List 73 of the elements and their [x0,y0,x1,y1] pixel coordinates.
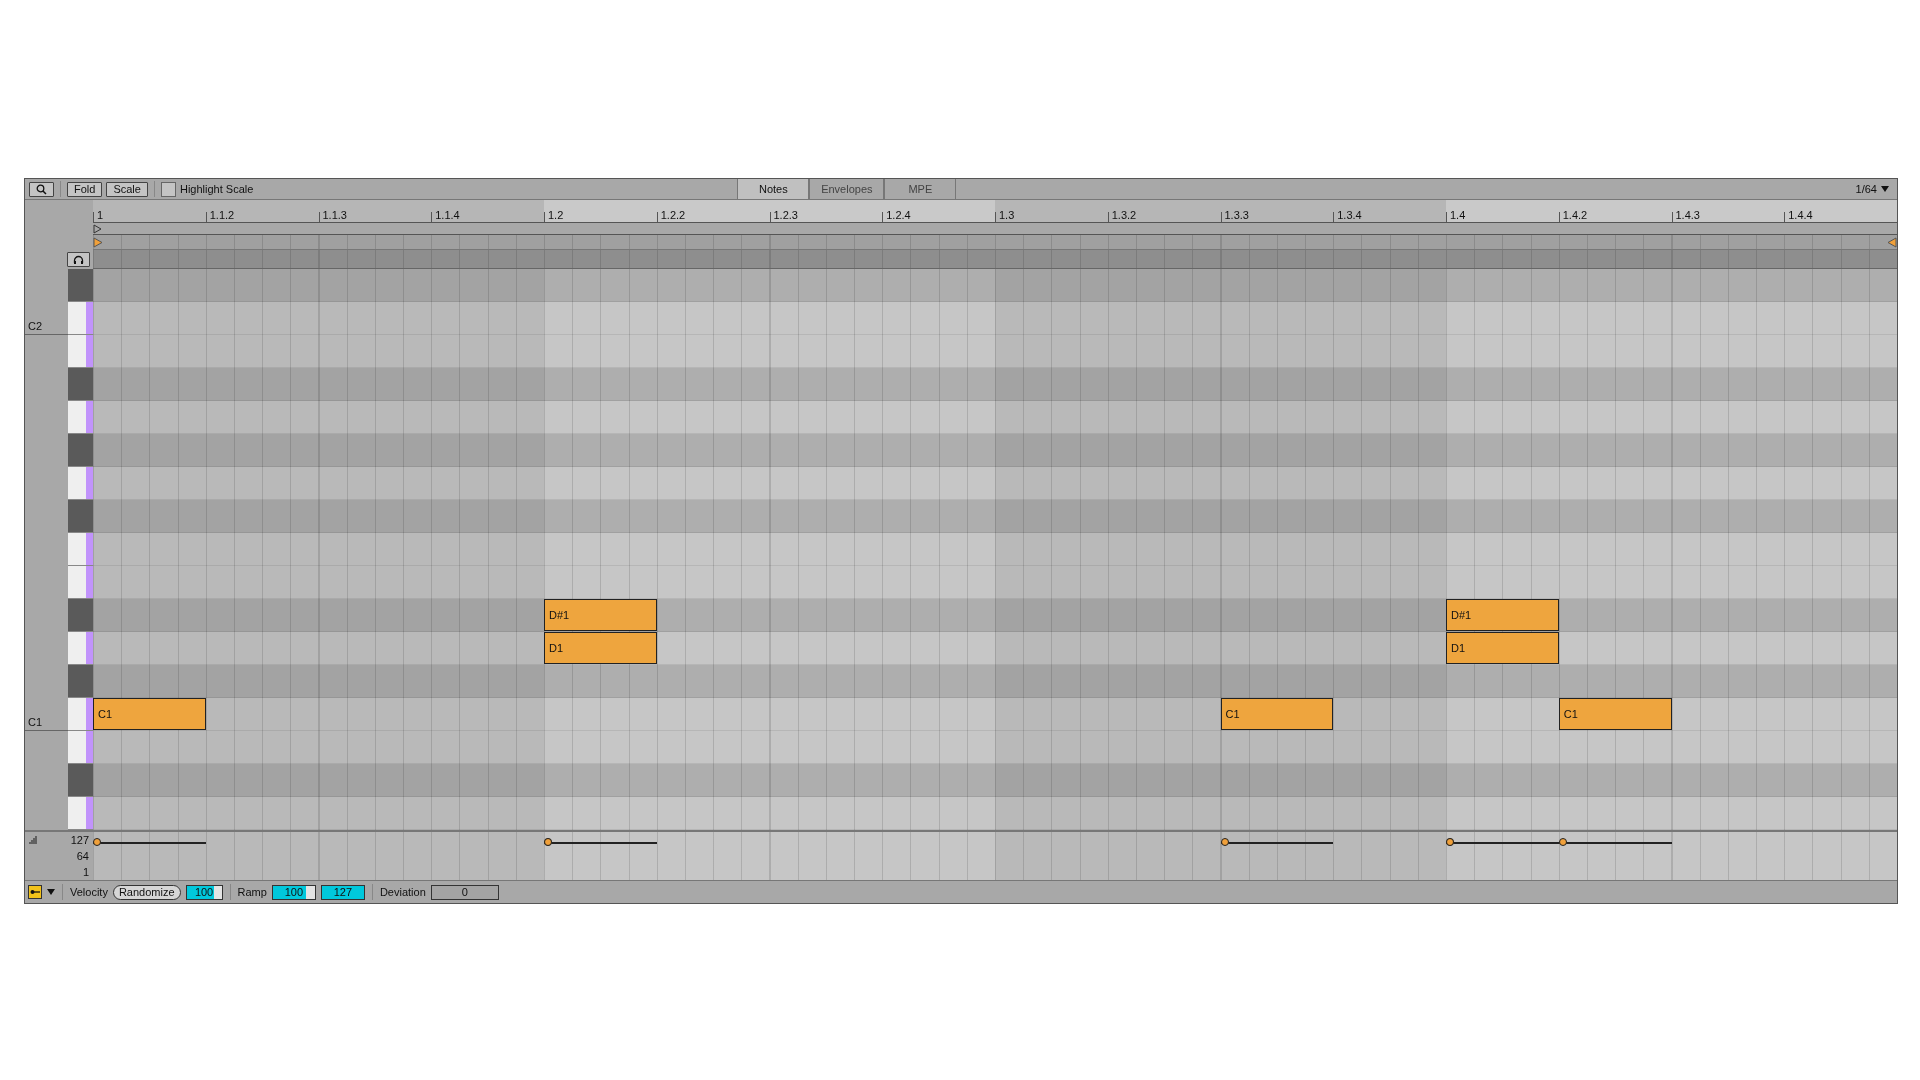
piano-key[interactable] [68,566,93,599]
ruler-label: 1.2.2 [660,209,686,221]
value-field[interactable]: 0 [430,884,499,900]
value-field[interactable]: 100 [271,884,316,900]
ruler-label: 1 [97,209,104,221]
note-block[interactable]: C1 [93,698,206,730]
zoom-button[interactable] [29,181,54,197]
checkbox[interactable] [160,181,176,197]
note-block[interactable]: D1 [1446,632,1559,664]
piano-key[interactable] [68,368,93,401]
checkbox-label: Highlight Scale [179,183,254,195]
piano-key[interactable] [68,302,93,335]
velocity-tick-label: 1 [82,866,89,878]
pin-icon [30,889,40,895]
deviation-label: Deviation [379,886,426,898]
tab[interactable]: Envelopes [809,179,885,199]
piano-key[interactable] [68,599,93,632]
note-block[interactable]: C1 [1558,698,1672,730]
grid-size-dropdown[interactable]: 1/64 [1851,183,1893,195]
piano-key[interactable] [68,665,93,698]
ruler-label: 1.3 [999,209,1015,221]
piano-key[interactable] [68,632,93,665]
note-block[interactable]: C1 [1220,698,1334,730]
piano-key[interactable] [68,335,93,368]
preview-button[interactable] [67,252,90,267]
tab[interactable]: MPE [884,179,957,199]
toolbar-button[interactable]: Fold [67,181,103,197]
ruler-label: 1.4.3 [1675,209,1700,221]
piano-key[interactable] [68,401,93,434]
piano-key[interactable] [68,434,93,467]
ruler-label: 1.4.2 [1562,209,1588,221]
ruler-label: 1.2.4 [886,209,911,221]
play-start-marker-icon [93,224,102,234]
note-block[interactable]: D#1 [1446,599,1559,631]
headphones-icon [73,254,84,265]
piano-key[interactable] [68,698,93,731]
ruler-label: 1.4.4 [1788,209,1813,221]
ruler-label: 1.3.2 [1111,209,1137,221]
ruler-label: 1.2.3 [773,209,798,221]
velocity-tick-label: 127 [70,834,89,846]
tab[interactable]: Notes [737,179,810,199]
velocity-bars-icon [29,836,38,844]
piano-key[interactable] [68,500,93,533]
dropdown-arrow-icon [1881,186,1889,192]
ruler-label: 1.1.2 [209,209,235,221]
octave-label: C2 [28,320,43,332]
loop-start-marker-icon [93,237,103,248]
piano-key[interactable] [68,764,93,797]
timeline-ruler[interactable]: 1 1.1.2 1.1.3 1.1.4 1.2 1.2.2 1.2.3 1.2.4 1.3 1.3.2 1.3.3 1.3.4 1.4 1.4.2 1.4.3 1.4.4 [93,200,1897,223]
dropdown-arrow-icon [47,889,55,895]
value-field[interactable]: 100 [185,884,223,900]
piano-key[interactable] [68,467,93,500]
ramp-label: Ramp [237,886,267,898]
piano-key[interactable] [68,797,93,830]
ruler-label: 1.3.4 [1337,209,1362,221]
ruler-label: 1.2 [548,209,564,221]
note-block[interactable]: D1 [544,632,657,664]
ruler-label: 1.3.3 [1224,209,1249,221]
ruler-label: 1.4 [1450,209,1466,221]
ruler-label: 1.1.3 [322,209,347,221]
note-block[interactable]: D#1 [544,599,657,631]
toolbar-button[interactable]: Scale [106,181,148,197]
velocity-label: Velocity [70,886,108,898]
velocity-tick-label: 64 [76,850,89,862]
randomize-button[interactable]: Randomize [112,884,181,900]
value-field[interactable]: 127 [320,884,365,900]
ruler-label: 1.1.4 [435,209,460,221]
search-icon [36,183,47,195]
piano-key[interactable] [68,731,93,764]
pin-toggle[interactable] [28,885,42,899]
octave-label: C1 [28,716,43,728]
piano-key[interactable] [68,533,93,566]
scrub-strip[interactable] [93,223,1897,235]
